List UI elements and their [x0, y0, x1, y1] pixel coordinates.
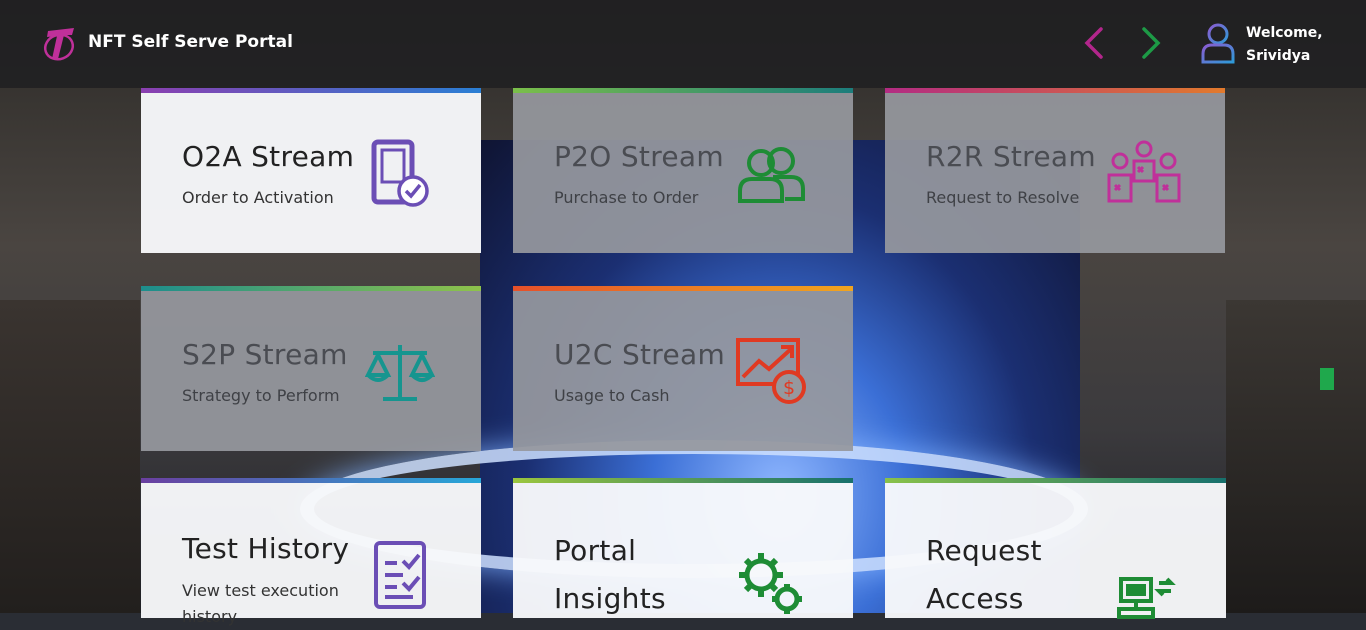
tile-r2r-stream[interactable]: R2R Stream Request to Resolve — [885, 88, 1225, 253]
tile-s2p-stream[interactable]: S2P Stream Strategy to Perform — [141, 286, 481, 451]
tile-subtitle: Request to Resolve — [926, 188, 1080, 207]
tile-u2c-stream[interactable]: U2C Stream Usage to Cash $ — [513, 286, 853, 451]
app-title[interactable]: NFT Self Serve Portal — [88, 32, 293, 52]
tile-request-access[interactable]: Request Access — [885, 478, 1226, 619]
computer-access-icon — [1117, 577, 1176, 619]
tile-p2o-stream[interactable]: P2O Stream Purchase to Order — [513, 88, 853, 253]
balance-scale-icon — [365, 345, 435, 401]
tile-subtitle: Purchase to Order — [554, 188, 699, 207]
telstra-logo-icon[interactable] — [42, 23, 78, 63]
chart-dollar-icon: $ — [736, 338, 806, 404]
tile-title: Request Access — [926, 534, 1042, 615]
tile-title: Portal Insights — [554, 534, 666, 615]
user-avatar-icon[interactable] — [1200, 22, 1236, 64]
tile-title: S2P Stream — [182, 338, 348, 371]
tile-subtitle: View test execution history — [182, 581, 339, 626]
svg-text:$: $ — [783, 377, 795, 399]
tile-subtitle: Usage to Cash — [554, 386, 670, 405]
tile-o2a-stream[interactable]: O2A Stream Order to Activation — [141, 88, 481, 253]
team-tasks-icon — [1107, 140, 1181, 203]
user-name: Srividya — [1246, 48, 1311, 64]
top-header: NFT Self Serve Portal Welcome, Srividya — [0, 0, 1366, 88]
tile-title: P2O Stream — [554, 140, 724, 173]
tile-title: U2C Stream — [554, 338, 726, 371]
tile-portal-insights[interactable]: Portal Insights — [513, 478, 853, 618]
welcome-text: Welcome, Srividya — [1246, 22, 1323, 68]
checklist-icon — [374, 541, 426, 609]
tile-title: Test History — [182, 532, 350, 565]
gears-icon — [739, 553, 802, 614]
tile-subtitle: Strategy to Perform — [182, 386, 340, 405]
welcome-label: Welcome, — [1246, 25, 1323, 41]
chevron-right-icon[interactable] — [1140, 26, 1162, 60]
tile-subtitle: Order to Activation — [182, 188, 334, 207]
chevron-left-icon[interactable] — [1083, 26, 1105, 60]
tile-title: R2R Stream — [926, 140, 1096, 173]
mobile-check-icon — [371, 139, 429, 207]
tile-title: O2A Stream — [182, 140, 355, 173]
people-group-icon — [738, 147, 805, 203]
tile-test-history[interactable]: Test History View test execution history — [141, 478, 481, 626]
